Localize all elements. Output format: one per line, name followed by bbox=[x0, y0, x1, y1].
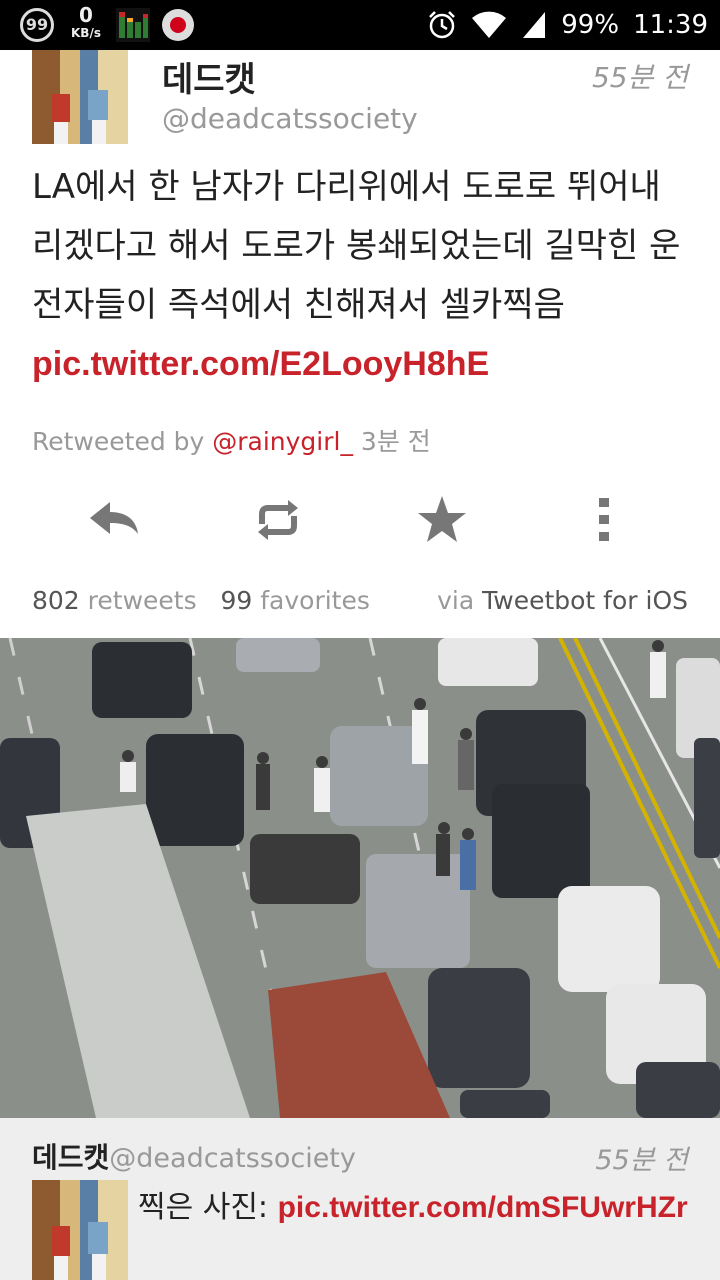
tweet-stats: 802 retweets 99 favorites via Tweetbot f… bbox=[32, 586, 688, 615]
retweets-count[interactable]: 802 bbox=[32, 586, 80, 615]
more-vertical-icon[interactable] bbox=[576, 490, 636, 550]
screen-record-icon bbox=[162, 9, 194, 41]
network-speed-value: 0 bbox=[79, 3, 93, 27]
network-speed: 0 KB/s bbox=[64, 4, 108, 40]
freeway-photo bbox=[0, 638, 720, 1118]
signal-icon bbox=[523, 12, 546, 38]
quoted-text: 찍은 사진: pic.twitter.com/dmSFUwrHZr bbox=[138, 1182, 688, 1226]
notification-count-badge: 99 bbox=[20, 8, 54, 42]
retweeted-by: Retweeted by @rainygirl_ 3분 전 bbox=[32, 422, 431, 458]
quoted-author-handle[interactable]: @deadcatssociety bbox=[109, 1143, 356, 1174]
retweeter-link[interactable]: @rainygirl_ bbox=[212, 427, 353, 456]
tweet-photo[interactable] bbox=[0, 638, 720, 1118]
client-name[interactable]: Tweetbot for iOS bbox=[482, 586, 688, 615]
via-client: via Tweetbot for iOS bbox=[437, 586, 688, 615]
tweet-author-handle[interactable]: @deadcatssociety bbox=[162, 102, 418, 135]
quoted-timestamp: 55분 전 bbox=[595, 1145, 688, 1176]
wifi-icon bbox=[472, 11, 507, 38]
tweet-author-name[interactable]: 데드캣 bbox=[162, 52, 256, 101]
tweet-timestamp: 55분 전 bbox=[591, 61, 688, 94]
via-label: via bbox=[437, 586, 483, 615]
tweet-actions bbox=[0, 470, 720, 570]
favorites-label: favorites bbox=[252, 586, 370, 615]
retweeted-time: 3분 전 bbox=[352, 427, 431, 456]
battery-percent: 99% bbox=[561, 10, 620, 40]
tweet-text-content: LA에서 한 남자가 다리위에서 도로로 뛰어내리겠다고 해서 도로가 봉쇄되었… bbox=[32, 167, 681, 325]
tweet-link[interactable]: pic.twitter.com/E2LooyH8hE bbox=[32, 345, 489, 383]
quoted-author-name[interactable]: 데드캣 bbox=[32, 1141, 109, 1174]
quoted-text-content: 찍은 사진: bbox=[138, 1190, 278, 1225]
status-right: 99% 11:39 bbox=[427, 0, 708, 50]
cpu-meter-icon bbox=[116, 8, 150, 42]
retweets-label: retweets bbox=[79, 586, 197, 615]
quoted-link[interactable]: pic.twitter.com/dmSFUwrHZr bbox=[278, 1191, 688, 1224]
clock: 11:39 bbox=[633, 10, 708, 40]
avatar[interactable] bbox=[32, 50, 128, 144]
quoted-avatar[interactable] bbox=[32, 1180, 128, 1280]
alarm-icon bbox=[429, 11, 456, 39]
quoted-author[interactable]: 데드캣@deadcatssociety bbox=[32, 1136, 356, 1176]
retweeted-prefix: Retweeted by bbox=[32, 427, 213, 456]
tweet-text: LA에서 한 남자가 다리위에서 도로로 뛰어내리겠다고 해서 도로가 봉쇄되었… bbox=[32, 158, 692, 394]
reply-icon[interactable] bbox=[84, 490, 144, 550]
quoted-tweet[interactable]: 데드캣@deadcatssociety 55분 전 찍은 사진: pic.twi… bbox=[0, 1118, 720, 1280]
retweet-icon[interactable] bbox=[248, 490, 308, 550]
favorites-count[interactable]: 99 bbox=[220, 586, 252, 615]
network-speed-unit: KB/s bbox=[71, 26, 101, 40]
status-bar: 99 0 KB/s 99% 11:39 bbox=[0, 0, 720, 50]
star-icon[interactable] bbox=[412, 490, 472, 550]
